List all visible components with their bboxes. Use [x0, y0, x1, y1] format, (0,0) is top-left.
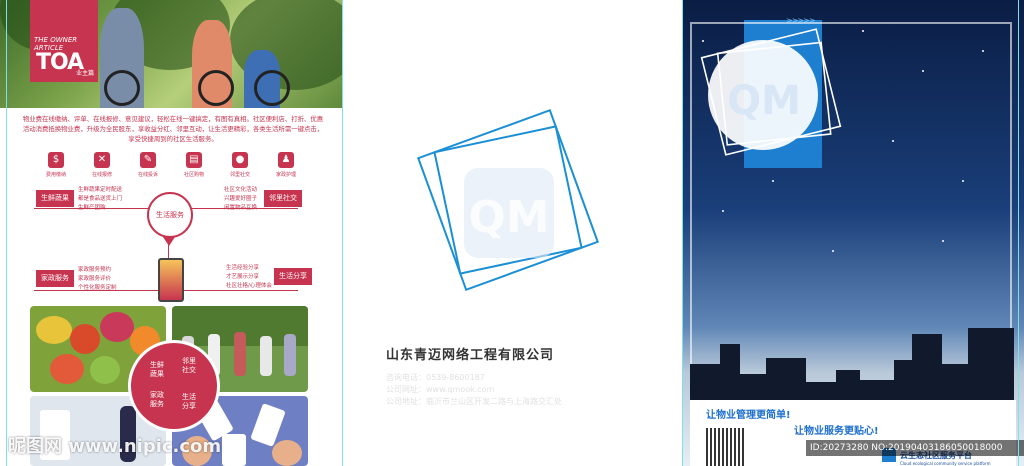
toa-badge: THE OWNER ARTICLE TOA 业主篇 [30, 0, 98, 82]
complaint-form-icon: ✎ [140, 152, 156, 168]
tag-life-sharing: 生活分享 [274, 268, 312, 285]
shopping-cart-icon: ▤ [186, 152, 202, 168]
life-service-center: 生活服务 [147, 192, 193, 238]
fold-guide-line [682, 0, 683, 466]
icon-label: 社区购物 [183, 172, 204, 178]
company-name: 山东青迈网络工程有限公司 [386, 348, 555, 363]
platform-subtitle: Cloud ecological community service platf… [900, 461, 991, 466]
service-icon-complaint: ✎ 在线投诉 [128, 152, 168, 178]
svg-text:QM: QM [468, 192, 549, 243]
icon-label: 在线投诉 [137, 172, 158, 178]
slogan-management: 让物业管理更简单! [706, 410, 791, 421]
social-people-icon: ● [232, 152, 248, 168]
circle-label-fresh: 生鲜 蔬果 [150, 361, 164, 378]
icon-label: 费用缴纳 [45, 172, 66, 178]
tag-fresh-produce: 生鲜蔬果 [36, 190, 74, 207]
circle-label-housekeeping: 家政 服务 [150, 391, 164, 408]
icon-label: 邻里社交 [229, 172, 250, 178]
intro-paragraph: 物业费在线缴纳、评单、在线报修、意见建议，轻松在线一键搞定，有图有真相。社区便利… [22, 115, 324, 143]
badge-line1: THE OWNER [34, 36, 78, 44]
contact-address: 公司地址：临沂市兰山区开发二路与上海路交汇处 [386, 397, 562, 406]
service-icon-repair: ✕ 在线报修 [82, 152, 122, 178]
brochure-panel-owner-article: THE OWNER ARTICLE TOA 业主篇 物业费在线缴纳、评单、在线报修… [0, 0, 342, 466]
service-icon-housekeeping: ♟ 家政护理 [266, 152, 306, 178]
service-icon-payment: $ 费用缴纳 [36, 152, 76, 178]
smartphone-icon [158, 258, 184, 302]
bleed-guide-line [6, 0, 7, 466]
bleed-guide-line [1018, 0, 1019, 466]
brochure-panel-back-cover: QM 山东青迈网络工程有限公司 咨询电话：0539-8600187 公司网址：w… [342, 0, 682, 466]
payment-icon: $ [48, 152, 64, 168]
tag-housekeeping: 家政服务 [36, 270, 74, 287]
tag-neighbor-social: 邻里社交 [264, 190, 302, 207]
badge-subtitle: 业主篇 [76, 70, 95, 77]
neighbor-social-desc: 社区文化活动 兴趣爱好圈子 闲置物品互换 [224, 187, 258, 211]
contact-website: 公司网址：www.qmook.com [386, 385, 495, 394]
service-icon-shopping: ▤ 社区购物 [174, 152, 214, 178]
image-id-bar: ID:20273280 NO:20190403186050018000 [806, 440, 1024, 456]
fold-guide-line [342, 0, 343, 466]
circle-label-neighbor: 邻里 社交 [182, 357, 196, 374]
service-summary-circle: 生鲜 蔬果 邻里 社交 家政 服务 生活 分享 [128, 340, 220, 432]
watermark: 昵图网 www.nipic.com [8, 436, 222, 457]
housekeeping-icon: ♟ [278, 152, 294, 168]
housekeeping-desc: 家政服务预约 家政服务评价 个性化服务定制 [78, 267, 117, 291]
brochure-panel-front-cover: >>>>> QM 让物业管理更简单! 让物业服务更贴心! 云生态社区服务平台 C… [682, 0, 1024, 466]
contact-phone: 咨询电话：0539-8600187 [386, 373, 485, 382]
slogan-service: 让物业服务更贴心! [794, 426, 879, 437]
repair-tools-icon: ✕ [94, 152, 110, 168]
fresh-produce-desc: 生鲜蔬果定时配送 都是食品送货上门 生鲜产团购 [78, 187, 123, 211]
circle-label-sharing: 生活 分享 [182, 393, 196, 410]
icon-label: 在线报修 [91, 172, 112, 178]
life-sharing-desc: 生活经验分享 才艺展示分享 社区壮格/心理体会 [226, 265, 272, 289]
service-icon-social: ● 邻里社交 [220, 152, 260, 178]
icon-label: 家政护理 [275, 172, 296, 178]
qr-code [706, 428, 746, 466]
